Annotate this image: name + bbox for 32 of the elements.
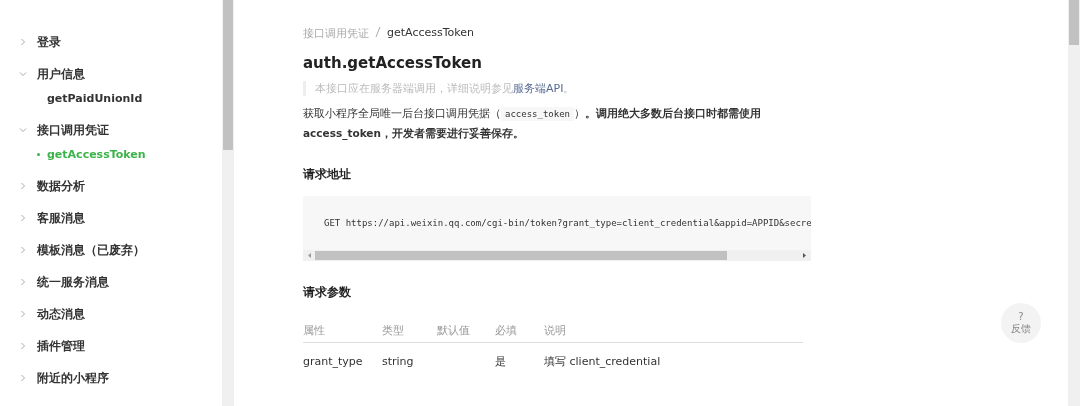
column-header: 必填: [495, 322, 518, 338]
separator-icon: [375, 26, 381, 38]
sidebar-item[interactable]: 模板消息（已废弃）: [0, 240, 222, 260]
table-cell-text: grant_type: [303, 354, 364, 368]
sidebar-item[interactable]: 插件管理: [0, 336, 222, 356]
section-heading: 请求地址: [303, 167, 352, 182]
note-text: 本接口应在服务器端调用，详细说明参见服务端API。: [303, 81, 815, 96]
sidebar-item[interactable]: 统一服务消息: [0, 272, 222, 292]
scrollbar[interactable]: [222, 0, 234, 406]
column-header: 类型: [382, 322, 405, 338]
intro-paragraph: 获取小程序全局唯一后台接口调用凭据（ access_token ）。调用绝大多数后台接口时都需使用 access_token，开发者需要进行妥善保存。: [303, 106, 763, 142]
sidebar-item[interactable]: 附近的小程序: [0, 368, 222, 388]
sidebar-item[interactable]: 动态消息: [0, 304, 222, 324]
sidebar-item[interactable]: 接口调用凭证: [0, 120, 222, 140]
column-header: 默认值: [437, 322, 471, 338]
api-link[interactable]: 服务端API: [513, 82, 564, 95]
page-title: auth.getAccessToken: [303, 54, 483, 72]
sidebar-subitem[interactable]: getPaidUnionId: [0, 88, 222, 108]
horizontal-scrollbar[interactable]: [303, 250, 811, 261]
table-cell-text: string: [382, 354, 415, 368]
column-header: 属性: [303, 322, 326, 338]
sidebar-item[interactable]: 用户信息: [0, 64, 222, 84]
scrollbar[interactable]: [1068, 0, 1080, 406]
section-heading: 请求参数: [303, 285, 352, 300]
column-header: 说明: [544, 322, 567, 338]
sidebar-item[interactable]: 客服消息: [0, 208, 222, 228]
table-cell-text: 是: [495, 353, 507, 369]
table-cell-text: 填写 client_credential: [544, 353, 662, 369]
code-text: GET https://api.weixin.qq.com/cgi-bin/token?grant_type=client_credential&appid=APPID&secre: [323, 217, 811, 230]
sidebar-item[interactable]: 登录: [0, 32, 222, 52]
sidebar-item[interactable]: 数据分析: [0, 176, 222, 196]
breadcrumb-item: getAccessToken: [387, 26, 475, 41]
